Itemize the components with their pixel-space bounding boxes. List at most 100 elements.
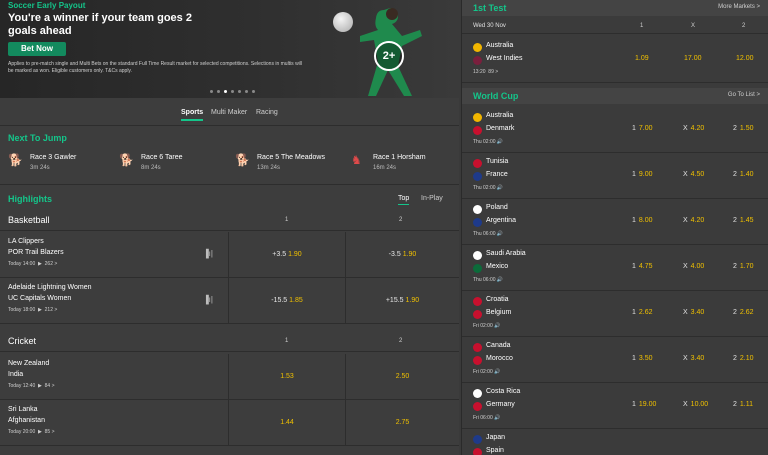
odds-home[interactable]: 1 19.00 xyxy=(632,401,656,408)
odds-button-1[interactable]: -15.5 1.85 xyxy=(229,278,345,324)
first-test-match[interactable]: Australia West Indies 13:20 89 > 1.09 17… xyxy=(462,37,768,83)
odds-home[interactable]: 1 3.50 xyxy=(632,355,653,362)
match-row[interactable]: Sri Lanka Afghanistan Today 20:00 ▶ 85 >… xyxy=(0,400,459,446)
world-cup-match[interactable]: Tunisia France Thu 02:00 🔊 1 9.00 X 4.50 2 1.40 xyxy=(462,153,768,199)
odds-button-2[interactable]: -3.5 1.90 xyxy=(346,232,459,278)
match-time: Thu 06:00 🔊 xyxy=(473,277,504,283)
odds-away[interactable]: 2 2.62 xyxy=(733,309,754,316)
odds-draw[interactable]: X 3.40 xyxy=(683,355,704,362)
carousel-dot[interactable] xyxy=(231,90,234,93)
team-2: Morocco xyxy=(486,355,513,362)
odds-away[interactable]: 12.00 xyxy=(736,55,754,62)
carousel-dots[interactable] xyxy=(210,90,255,93)
carousel-dot[interactable] xyxy=(238,90,241,93)
carousel-dot[interactable] xyxy=(217,90,220,93)
race-item[interactable]: ♞ Race 1 Horsham 16m 24s xyxy=(351,150,451,178)
odds-button-2[interactable]: 2.75 xyxy=(346,400,459,446)
greyhound-icon: 🐕 xyxy=(8,153,23,167)
match-meta: Today 20:00 ▶ 85 > xyxy=(8,429,55,435)
race-item[interactable]: 🐕 Race 6 Taree 8m 24s xyxy=(119,150,219,178)
race-item[interactable]: 🐕 Race 3 Gawler 3m 24s xyxy=(8,150,108,178)
team-2-flag-icon xyxy=(473,264,482,273)
sport-name: Basketball xyxy=(8,215,50,225)
race-item[interactable]: 🐕 Race 5 The Meadows 13m 24s xyxy=(235,150,345,178)
world-cup-match[interactable]: Canada Morocco Fri 02:00 🔊 1 3.50 X 3.40 2 2.10 xyxy=(462,337,768,383)
odds-draw[interactable]: X 4.20 xyxy=(683,125,704,132)
odds-away[interactable]: 2 1.50 xyxy=(733,125,754,132)
odds-draw[interactable]: X 4.20 xyxy=(683,217,704,224)
world-cup-match[interactable]: Australia Denmark Thu 02:00 🔊 1 7.00 X 4.20 2 1.… xyxy=(462,107,768,153)
odds-away[interactable]: 2 1.70 xyxy=(733,263,754,270)
first-test-title: 1st Test xyxy=(473,3,507,13)
odds-draw[interactable]: X 4.50 xyxy=(683,171,704,178)
match-row[interactable]: New Zealand India Today 12:40 ▶ 84 > 1.5… xyxy=(0,354,459,400)
odds-home[interactable]: 1 9.00 xyxy=(632,171,653,178)
odds-draw[interactable]: X 3.40 xyxy=(683,309,704,316)
odds-draw[interactable]: X 10.00 xyxy=(683,401,708,408)
odds-button-2[interactable]: +15.5 1.90 xyxy=(346,278,459,324)
team-1-flag-icon xyxy=(473,389,482,398)
bet-now-button[interactable]: Bet Now xyxy=(8,42,66,56)
team-2: Denmark xyxy=(486,125,515,132)
col-header-2: 2 xyxy=(742,23,746,29)
odds-home[interactable]: 1 8.00 xyxy=(632,217,653,224)
tab-top[interactable]: Top xyxy=(398,195,410,205)
carousel-dot[interactable] xyxy=(252,90,255,93)
team-2: POR Trail Blazers xyxy=(8,249,64,256)
race-name: Race 6 Taree xyxy=(141,154,183,161)
odds-home[interactable]: 1.09 xyxy=(635,55,649,62)
more-markets-link[interactable]: More Markets > xyxy=(718,4,760,10)
odds-button-1[interactable]: +3.5 1.90 xyxy=(229,232,345,278)
odds-button-1[interactable]: 1.44 xyxy=(229,400,345,446)
race-countdown: 16m 24s xyxy=(373,165,397,171)
odds-home[interactable]: 1 2.62 xyxy=(632,309,653,316)
team-1: Poland xyxy=(486,204,508,211)
odds-away[interactable]: 2 1.45 xyxy=(733,217,754,224)
tab-in-play[interactable]: In-Play xyxy=(421,195,443,202)
col-header-2: 2 xyxy=(399,217,403,223)
stats-icon[interactable]: ▐ı| xyxy=(203,295,213,304)
tab-racing[interactable]: Racing xyxy=(256,109,278,116)
team-2: India xyxy=(8,371,24,378)
col-header-1: 1 xyxy=(285,338,289,344)
odds-away[interactable]: 2 1.11 xyxy=(733,401,753,408)
world-cup-match[interactable]: Japan Spain xyxy=(462,429,768,455)
team-1: Adelaide Lightning Women xyxy=(8,284,92,291)
world-cup-match[interactable]: Poland Argentina Thu 06:00 🔊 1 8.00 X 4.20 2 1.4… xyxy=(462,199,768,245)
sport-header-cricket[interactable]: Cricket 1 2 xyxy=(0,330,459,352)
team-1-flag-icon xyxy=(473,113,482,122)
match-time: Thu 02:00 🔊 xyxy=(473,139,504,145)
odds-button-1[interactable]: 1.53 xyxy=(229,354,345,400)
odds-home[interactable]: 1 7.00 xyxy=(632,125,653,132)
match-time: Thu 06:00 🔊 xyxy=(473,231,504,237)
odds-draw[interactable]: X 4.00 xyxy=(683,263,704,270)
stats-icon[interactable]: ▐ı| xyxy=(203,249,213,258)
promo-terms: Applies to pre-match single and Multi Be… xyxy=(8,61,303,74)
odds-draw[interactable]: 17.00 xyxy=(684,55,702,62)
world-cup-match[interactable]: Costa Rica Germany Fri 06:00 🔊 1 19.00 X 10.00… xyxy=(462,383,768,429)
match-row[interactable]: LA Clippers POR Trail Blazers Today 14:0… xyxy=(0,232,459,278)
odds-home[interactable]: 1 4.75 xyxy=(632,263,653,270)
odds-away[interactable]: 2 1.40 xyxy=(733,171,754,178)
carousel-dot-active[interactable] xyxy=(224,90,227,93)
odds-away[interactable]: 2 2.10 xyxy=(733,355,754,362)
col-header-x: X xyxy=(691,23,696,29)
promo-banner[interactable]: Soccer Early Payout You're a winner if y… xyxy=(0,0,459,98)
team-2-flag-icon xyxy=(473,172,482,181)
tab-sports[interactable]: Sports xyxy=(181,109,204,121)
match-row[interactable]: Adelaide Lightning Women UC Capitals Wom… xyxy=(0,278,459,324)
go-to-list-link[interactable]: Go To List > xyxy=(728,92,760,98)
team-2: Belgium xyxy=(486,309,512,316)
race-name: Race 1 Horsham xyxy=(373,154,426,161)
two-plus-badge: 2+ xyxy=(374,41,404,71)
tab-multi-maker[interactable]: Multi Maker xyxy=(211,109,247,116)
carousel-dot[interactable] xyxy=(245,90,248,93)
sport-header-basketball[interactable]: Basketball 1 2 xyxy=(0,209,459,231)
team-1: Tunisia xyxy=(486,158,509,165)
odds-button-2[interactable]: 2.50 xyxy=(346,354,459,400)
team-1: Japan xyxy=(486,434,506,441)
world-cup-match[interactable]: Croatia Belgium Fri 02:00 🔊 1 2.62 X 3.40 2 2.62 xyxy=(462,291,768,337)
match-time: Thu 02:00 🔊 xyxy=(473,185,504,191)
world-cup-match[interactable]: Saudi Arabia Mexico Thu 06:00 🔊 1 4.75 X 4.00 2… xyxy=(462,245,768,291)
carousel-dot[interactable] xyxy=(210,90,213,93)
